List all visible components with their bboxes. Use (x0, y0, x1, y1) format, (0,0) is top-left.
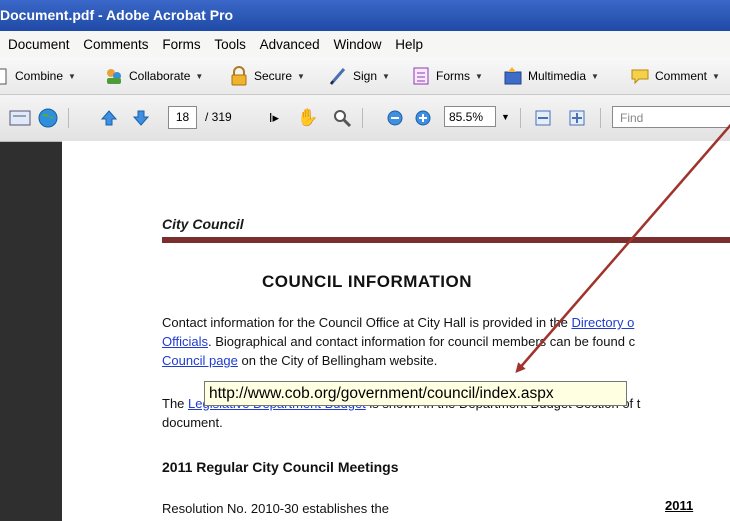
chevron-down-icon: ▼ (712, 71, 720, 81)
comment-icon (630, 66, 650, 86)
zoom-tool-button[interactable] (330, 107, 354, 129)
paragraph-line: Officials. Biographical and contact info… (162, 332, 635, 352)
menu-tools[interactable]: Tools (214, 31, 246, 58)
paragraph-line: Resolution No. 2010-30 establishes the (162, 501, 389, 516)
multimedia-icon (503, 66, 523, 86)
navigation-toolbar: 18 / 319 I▸ ✋ 85.5% ▼ Find (0, 95, 730, 142)
fit-page-icon (569, 110, 585, 126)
chevron-down-icon: ▼ (382, 71, 390, 81)
select-tool-button[interactable]: I▸ (262, 107, 286, 129)
page-total: / 319 (205, 110, 232, 124)
fit-width-icon (535, 110, 551, 126)
multimedia-label: Multimedia (528, 69, 587, 83)
zoom-out-button[interactable] (386, 107, 404, 129)
toolbar-separator (362, 108, 363, 128)
chevron-down-icon: ▼ (501, 112, 510, 122)
magnifier-icon (334, 110, 352, 128)
menu-advanced[interactable]: Advanced (260, 31, 320, 58)
menu-window[interactable]: Window (333, 31, 381, 58)
form-icon (411, 66, 431, 86)
section-title: City Council (162, 216, 244, 232)
toolbar-separator (600, 108, 601, 128)
paragraph-text: on the City of Bellingham website. (237, 353, 438, 368)
lock-icon (229, 66, 249, 86)
collaborate-label: Collaborate (129, 69, 191, 83)
zoom-level-input[interactable]: 85.5% (444, 106, 496, 127)
paragraph-line: Contact information for the Council Offi… (162, 313, 634, 333)
comment-label: Comment (655, 69, 708, 83)
paragraph-text: The (162, 396, 189, 411)
paragraph-text: . Biographical and contact information f… (208, 334, 636, 349)
arrow-up-icon (100, 110, 118, 126)
menu-comments[interactable]: Comments (83, 31, 148, 58)
menu-help[interactable]: Help (395, 31, 423, 58)
document-page: City Council COUNCIL INFORMATION Contact… (62, 141, 730, 521)
chevron-down-icon: ▼ (68, 71, 76, 81)
directory-link[interactable]: Directory o (571, 315, 634, 330)
forms-button[interactable]: Forms ▼ (411, 58, 483, 94)
zoom-dropdown-button[interactable]: ▼ (499, 106, 512, 129)
fit-page-button[interactable] (566, 107, 588, 129)
toolbar-separator (520, 108, 521, 128)
sign-label: Sign (353, 69, 378, 83)
year-label: 2011 (665, 498, 694, 513)
meetings-subheading: 2011 Regular City Council Meetings (162, 459, 399, 475)
multimedia-button[interactable]: Multimedia ▼ (503, 58, 599, 94)
collaborate-button[interactable]: Collaborate ▼ (104, 58, 203, 94)
arrow-down-icon (132, 110, 150, 126)
create-pdf-button[interactable] (8, 107, 32, 129)
section-divider (162, 237, 730, 243)
paragraph-line: document. (162, 415, 223, 430)
find-input[interactable]: Find (612, 106, 730, 128)
combine-label: Combine (15, 69, 64, 83)
forms-label: Forms (436, 69, 470, 83)
text-select-cursor-icon: I▸ (268, 110, 280, 125)
comment-button[interactable]: Comment ▼ (630, 58, 720, 94)
window-title-bar: Document.pdf - Adobe Acrobat Pro (0, 0, 730, 31)
chevron-down-icon: ▼ (591, 71, 599, 81)
zoom-out-icon (387, 110, 403, 126)
document-icon (9, 110, 31, 126)
pen-icon (328, 66, 348, 86)
sign-button[interactable]: Sign ▼ (328, 58, 390, 94)
collaborate-icon (104, 66, 124, 86)
page-number-input[interactable]: 18 (168, 106, 197, 129)
next-page-button[interactable] (130, 107, 152, 129)
hand-icon: ✋ (297, 108, 319, 127)
hand-tool-button[interactable]: ✋ (296, 107, 320, 129)
previous-page-button[interactable] (98, 107, 120, 129)
zoom-in-button[interactable] (414, 107, 432, 129)
combine-icon (0, 66, 10, 86)
council-page-link[interactable]: Council page (162, 353, 238, 368)
page-heading: COUNCIL INFORMATION (262, 272, 473, 291)
menu-bar: Document Comments Forms Tools Advanced W… (0, 31, 730, 59)
menu-forms[interactable]: Forms (162, 31, 200, 58)
combine-button[interactable]: Combine ▼ (0, 58, 76, 94)
chevron-down-icon: ▼ (475, 71, 483, 81)
fit-width-button[interactable] (532, 107, 554, 129)
chevron-down-icon: ▼ (297, 71, 305, 81)
menu-document[interactable]: Document (8, 31, 70, 58)
tasks-toolbar: Combine ▼ Collaborate ▼ Secure ▼ Sign ▼ Form… (0, 58, 730, 95)
secure-label: Secure (254, 69, 293, 83)
link-tooltip: http://www.cob.org/government/council/in… (204, 381, 627, 406)
toolbar-separator (68, 108, 69, 128)
globe-button[interactable] (36, 107, 60, 129)
officials-link[interactable]: Officials (162, 334, 208, 349)
paragraph-line: Council page on the City of Bellingham w… (162, 351, 437, 371)
window-title: Document.pdf - Adobe Acrobat Pro (0, 7, 234, 23)
zoom-in-icon (415, 110, 431, 126)
chevron-down-icon: ▼ (195, 71, 204, 81)
paragraph-text: Contact information for the Council Offi… (162, 315, 572, 330)
secure-button[interactable]: Secure ▼ (229, 58, 305, 94)
globe-icon (38, 108, 58, 128)
